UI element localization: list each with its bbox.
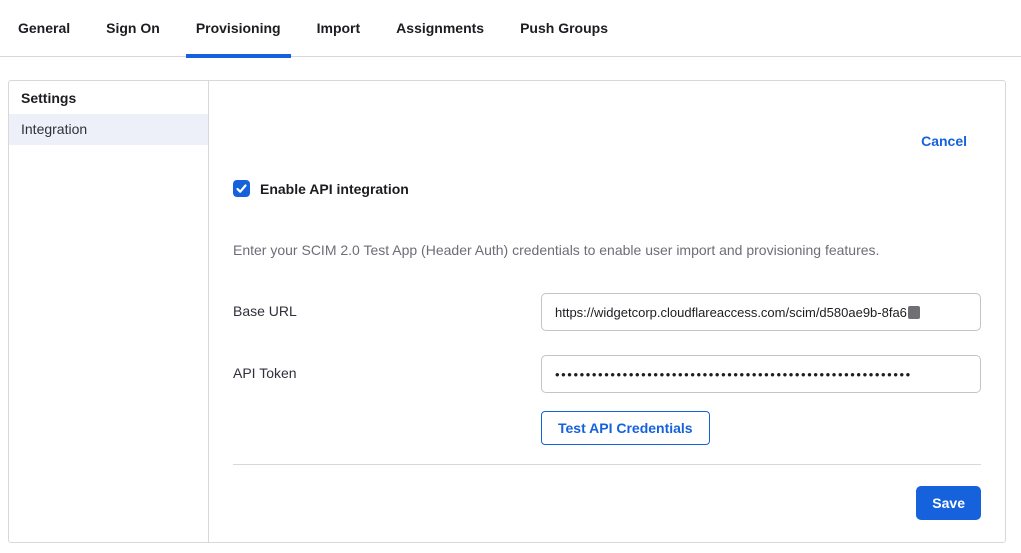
test-api-credentials-button[interactable]: Test API Credentials [541,411,710,445]
base-url-row: Base URL https://widgetcorp.cloudflareac… [233,293,981,331]
credentials-description: Enter your SCIM 2.0 Test App (Header Aut… [233,242,981,258]
enable-api-integration-label: Enable API integration [260,181,409,197]
base-url-label: Base URL [233,293,541,331]
tab-assignments[interactable]: Assignments [386,0,494,57]
text-cursor-block [908,306,920,319]
save-button[interactable]: Save [916,486,981,520]
tab-import[interactable]: Import [307,0,371,57]
tab-bar: General Sign On Provisioning Import Assi… [0,0,1021,57]
tab-general[interactable]: General [8,0,80,57]
api-token-label: API Token [233,355,541,393]
cancel-link[interactable]: Cancel [921,133,967,149]
base-url-value: https://widgetcorp.cloudflareaccess.com/… [555,305,907,320]
tab-sign-on[interactable]: Sign On [96,0,170,57]
sidebar-header: Settings [9,81,208,114]
settings-sidebar: Settings Integration [9,81,209,542]
base-url-input[interactable]: https://widgetcorp.cloudflareaccess.com/… [541,293,981,331]
check-icon [235,182,248,195]
tab-push-groups[interactable]: Push Groups [510,0,618,57]
footer-divider [233,464,981,465]
enable-api-integration-row: Enable API integration [233,180,409,197]
api-token-input[interactable] [541,355,981,393]
provisioning-panel: Settings Integration Cancel Enable API i… [8,80,1006,543]
sidebar-item-integration[interactable]: Integration [9,114,208,145]
enable-api-integration-checkbox[interactable] [233,180,250,197]
integration-settings-form: Cancel Enable API integration Enter your… [209,81,1005,542]
tab-provisioning[interactable]: Provisioning [186,0,291,57]
api-token-row: API Token [233,355,981,393]
